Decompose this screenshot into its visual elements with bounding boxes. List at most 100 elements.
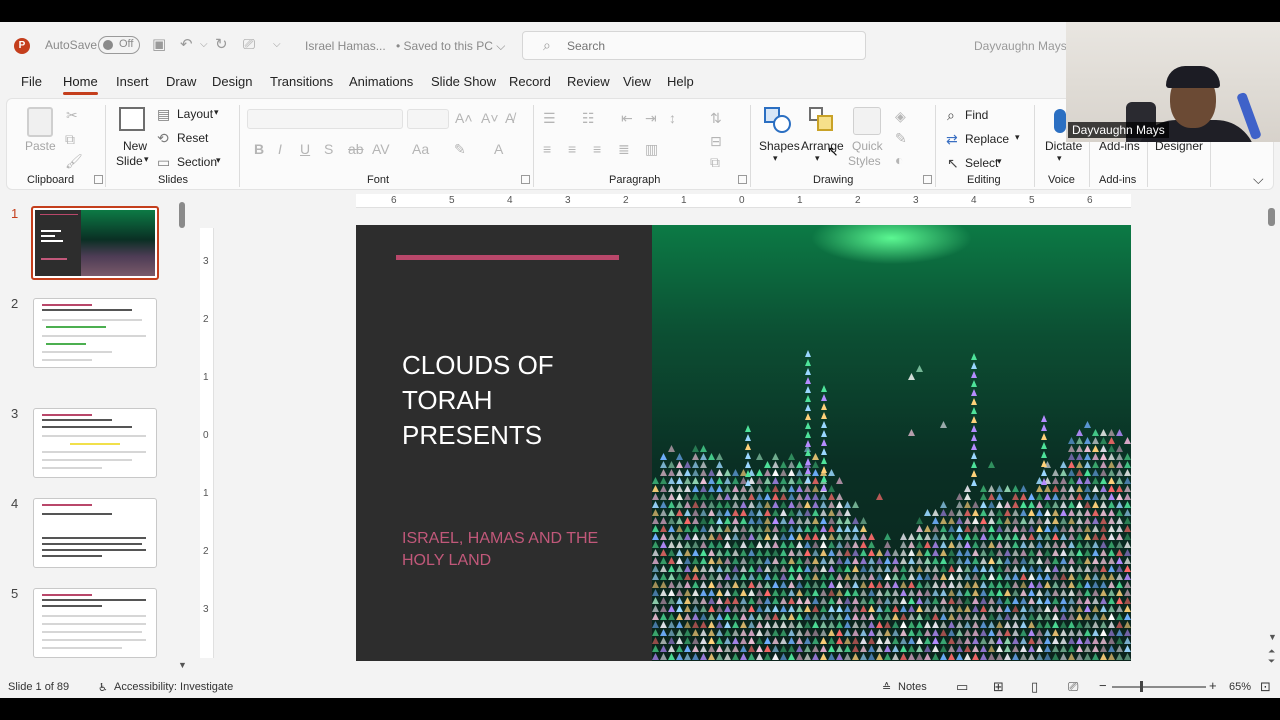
shapes-circle-icon[interactable] [773, 115, 791, 133]
document-title[interactable]: Israel Hamas... [305, 39, 386, 53]
reset-button[interactable]: Reset [177, 131, 208, 145]
scroll-thumb[interactable] [1268, 208, 1275, 226]
align-left-icon[interactable]: ≡ [543, 141, 551, 157]
normal-view-icon[interactable]: ▭ [956, 679, 968, 695]
redo-icon[interactable]: ↻ [215, 36, 228, 54]
new-slide-icon[interactable] [119, 107, 145, 131]
align-center-icon[interactable]: ≡ [568, 141, 576, 157]
shadow-icon[interactable]: S [324, 141, 333, 157]
slide-sorter-icon[interactable]: ⊞ [993, 679, 1004, 695]
tab-animations[interactable]: Animations [349, 74, 413, 89]
columns-icon[interactable]: ▥ [645, 141, 658, 157]
slide-subtitle[interactable]: ISRAEL, HAMAS AND THE HOLY LAND [402, 528, 632, 572]
quick-styles-icon[interactable] [853, 107, 881, 135]
drawing-launcher-icon[interactable] [923, 175, 932, 184]
tab-transitions[interactable]: Transitions [270, 74, 333, 89]
zoom-in-icon[interactable]: + [1209, 678, 1217, 693]
numbering-icon[interactable]: ☷ [582, 110, 595, 126]
slide-title[interactable]: CLOUDS OF TORAH PRESENTS [402, 348, 622, 453]
tab-view[interactable]: View [623, 74, 651, 89]
font-family-combo[interactable] [247, 109, 403, 129]
clear-formatting-icon[interactable]: A̸ [505, 110, 514, 126]
shape-fill-icon[interactable]: ◈ [895, 108, 906, 124]
arrange-dropdown-icon[interactable]: ▾ [815, 153, 820, 164]
undo-dropdown-icon[interactable]: ⌵ [200, 36, 208, 54]
align-text-icon[interactable]: ⊟ [710, 133, 722, 149]
section-button[interactable]: Section [177, 155, 217, 169]
shapes-button[interactable]: Shapes [759, 139, 800, 153]
microphone-icon[interactable] [1054, 109, 1066, 133]
paragraph-launcher-icon[interactable] [738, 175, 747, 184]
shape-effects-icon[interactable]: ◐ [895, 152, 903, 168]
zoom-level[interactable]: 65% [1229, 681, 1251, 693]
scroll-down-icon[interactable]: ▼ [178, 660, 187, 670]
accessibility-status[interactable]: Accessibility: Investigate [114, 681, 233, 693]
slideshow-view-icon[interactable]: ⎚ [1068, 679, 1078, 695]
bullets-icon[interactable]: ☰ [543, 110, 556, 126]
text-direction-icon[interactable]: ⇅ [710, 110, 722, 126]
layout-button[interactable]: Layout [177, 107, 213, 121]
next-slide-icon[interactable]: ⏷ [1268, 656, 1275, 667]
search-box[interactable]: ⌕ [522, 31, 866, 60]
current-slide[interactable]: CLOUDS OF TORAH PRESENTS ISRAEL, HAMAS A… [356, 225, 1131, 661]
search-input[interactable] [567, 37, 847, 55]
horizontal-ruler[interactable]: 6 5 4 3 2 1 0 1 2 3 4 5 6 [356, 194, 1131, 208]
slide-thumbnail-1[interactable] [31, 206, 159, 280]
present-icon[interactable]: ⎚ [243, 36, 255, 54]
tab-file[interactable]: File [21, 74, 42, 89]
copy-icon[interactable]: ⧉ [65, 131, 75, 147]
scroll-down-icon[interactable]: ▼ [1268, 632, 1277, 642]
font-size-combo[interactable] [407, 109, 449, 129]
strikethrough-icon[interactable]: ab [348, 141, 364, 157]
underline-icon[interactable]: U [300, 141, 310, 157]
paste-button[interactable]: Paste [25, 139, 56, 153]
change-case-icon[interactable]: Aa [412, 141, 429, 157]
smartart-icon[interactable]: ⧉ [710, 154, 720, 170]
bold-icon[interactable]: B [254, 141, 264, 157]
account-name[interactable]: Dayvaughn Mays [974, 39, 1067, 53]
justify-icon[interactable]: ≣ [618, 141, 630, 157]
shapes-dropdown-icon[interactable]: ▾ [773, 153, 778, 164]
section-dropdown-icon[interactable]: ▾ [216, 155, 221, 166]
reading-view-icon[interactable]: ▯ [1031, 679, 1038, 695]
select-dropdown-icon[interactable]: ▾ [997, 156, 1002, 167]
slide-thumbnail-3[interactable] [33, 408, 157, 478]
quick-styles-label-1[interactable]: Quick [852, 139, 883, 153]
line-spacing-icon[interactable]: ↕ [669, 110, 676, 126]
notes-icon[interactable]: ≙ [882, 681, 891, 694]
fit-to-window-icon[interactable]: ⊡ [1260, 679, 1271, 695]
slide-thumbnail-2[interactable] [33, 298, 157, 368]
decrease-indent-icon[interactable]: ⇤ [621, 110, 633, 126]
new-slide-dropdown-icon[interactable]: ▾ [144, 154, 149, 165]
font-launcher-icon[interactable] [521, 175, 530, 184]
font-color-icon[interactable]: A [494, 141, 503, 157]
format-painter-icon[interactable]: 🖌 [65, 153, 83, 169]
find-button[interactable]: Find [965, 108, 988, 122]
tab-insert[interactable]: Insert [116, 74, 149, 89]
slide-thumbnail-5[interactable] [33, 588, 157, 658]
tab-review[interactable]: Review [567, 74, 610, 89]
select-button[interactable]: Select [965, 156, 998, 170]
vertical-ruler[interactable]: 3 2 1 0 1 2 3 [200, 228, 214, 658]
shape-outline-icon[interactable]: ✎ [895, 130, 907, 146]
quick-styles-label-2[interactable]: Styles [848, 154, 881, 168]
increase-indent-icon[interactable]: ⇥ [645, 110, 657, 126]
undo-icon[interactable]: ↶ [180, 36, 193, 54]
replace-button[interactable]: Replace [965, 132, 1009, 146]
zoom-slider-knob[interactable] [1140, 681, 1143, 692]
layout-dropdown-icon[interactable]: ▾ [214, 107, 219, 118]
notes-button[interactable]: Notes [898, 681, 927, 693]
highlight-icon[interactable]: ✎ [454, 141, 466, 157]
arrange-front-icon[interactable] [817, 115, 833, 131]
slide-thumbnail-4[interactable] [33, 498, 157, 568]
collapse-ribbon-icon[interactable]: ⌵ [1253, 171, 1264, 187]
paste-icon[interactable] [27, 107, 53, 137]
new-slide-label-1[interactable]: New [123, 139, 147, 153]
thumbnail-scrollbar[interactable] [179, 202, 185, 228]
autosave-toggle[interactable]: Off [98, 36, 140, 54]
cut-icon[interactable]: ✂ [66, 107, 78, 123]
zoom-out-icon[interactable]: − [1099, 678, 1107, 693]
decrease-font-icon[interactable]: A˅ [481, 110, 499, 126]
align-right-icon[interactable]: ≡ [593, 141, 601, 157]
tab-slide-show[interactable]: Slide Show [431, 74, 496, 89]
